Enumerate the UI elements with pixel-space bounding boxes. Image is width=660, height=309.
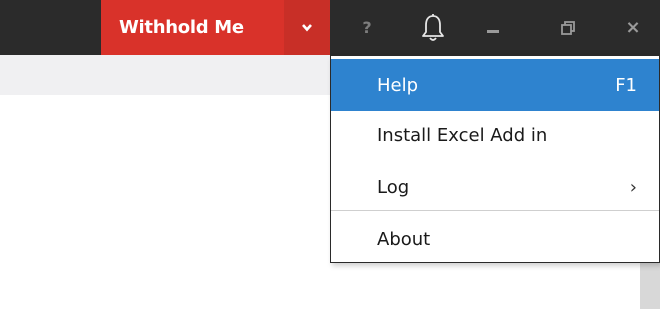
user-account-button[interactable]: Withhold Me	[101, 0, 284, 55]
menu-item-about[interactable]: About	[331, 213, 659, 265]
chevron-right-icon: ›	[629, 176, 637, 198]
menu-item-label: Help	[377, 74, 419, 96]
menu-item-label: About	[377, 228, 431, 250]
menu-item-label: Log	[377, 176, 410, 198]
user-menu-toggle[interactable]	[284, 0, 330, 55]
menu-item-log[interactable]: Log ›	[331, 161, 659, 213]
help-dropdown-menu: Help F1 Install Excel Add in Log › About	[330, 55, 660, 263]
bell-icon[interactable]	[410, 0, 456, 55]
minimize-icon[interactable]	[470, 0, 516, 55]
help-icon[interactable]: ?	[344, 0, 390, 55]
close-icon[interactable]: ×	[610, 0, 656, 55]
scrollbar[interactable]	[640, 260, 660, 309]
shortcut-label: F1	[615, 74, 637, 96]
restore-icon[interactable]	[545, 0, 591, 55]
title-bar: Withhold Me ? ×	[0, 0, 660, 55]
chevron-down-icon	[302, 23, 312, 31]
menu-item-label: Install Excel Add in	[377, 124, 548, 146]
menu-item-install-excel-add-in[interactable]: Install Excel Add in	[331, 109, 659, 161]
menu-divider	[331, 210, 659, 211]
menu-item-help[interactable]: Help F1	[331, 59, 659, 111]
